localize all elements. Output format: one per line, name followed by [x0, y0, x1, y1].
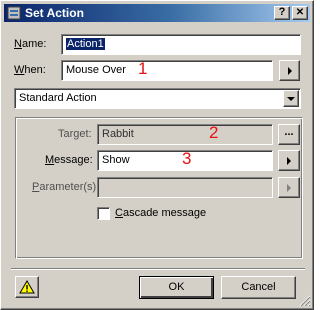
- when-field[interactable]: Mouse Over: [61, 60, 273, 81]
- parameters-arrow-button: [278, 177, 300, 198]
- when-label: When:: [14, 64, 46, 76]
- action-type-dropdown-button[interactable]: [283, 90, 299, 107]
- action-type-select[interactable]: Standard Action: [14, 88, 301, 109]
- target-label: Target:: [58, 128, 92, 140]
- chevron-right-icon: [287, 156, 291, 165]
- chevron-right-icon: [287, 66, 292, 75]
- name-label: Name:: [14, 38, 47, 50]
- parameters-field: [97, 177, 273, 198]
- chevron-right-icon: [287, 183, 291, 192]
- cascade-label[interactable]: Cascade message: [115, 207, 206, 220]
- window-title: Set Action: [25, 6, 84, 20]
- message-annotation: 3: [182, 149, 192, 168]
- message-value: Show: [102, 154, 130, 166]
- footer-separator: [11, 268, 305, 270]
- name-field[interactable]: Action1: [61, 34, 301, 55]
- name-value: Action1: [66, 38, 105, 50]
- ok-button[interactable]: OK: [139, 276, 214, 299]
- warning-icon: [19, 280, 35, 294]
- help-button[interactable]: ?: [274, 6, 290, 20]
- title-bar[interactable]: Set Action ? ✕: [4, 4, 310, 22]
- app-icon: [7, 6, 21, 20]
- warning-button[interactable]: [15, 276, 39, 298]
- target-field: Rabbit: [97, 124, 273, 145]
- target-annotation: 2: [209, 123, 219, 142]
- cancel-button[interactable]: Cancel: [221, 276, 296, 299]
- cascade-checkbox[interactable]: [97, 207, 110, 220]
- chevron-down-icon: [287, 96, 295, 101]
- parameters-label: Parameter(s):: [32, 181, 100, 193]
- when-arrow-button[interactable]: [279, 60, 300, 81]
- message-label: Message:: [45, 154, 93, 166]
- target-browse-button[interactable]: ...: [278, 124, 300, 145]
- set-action-dialog: Set Action ? ✕ Name: Action1 When: Mouse…: [0, 0, 314, 310]
- target-value: Rabbit: [102, 128, 134, 140]
- close-button[interactable]: ✕: [292, 6, 308, 20]
- when-annotation: 1: [138, 59, 148, 78]
- resize-grip-icon[interactable]: [299, 295, 311, 307]
- action-type-value: Standard Action: [19, 92, 97, 104]
- when-value: Mouse Over: [66, 64, 126, 76]
- message-arrow-button[interactable]: [278, 150, 300, 171]
